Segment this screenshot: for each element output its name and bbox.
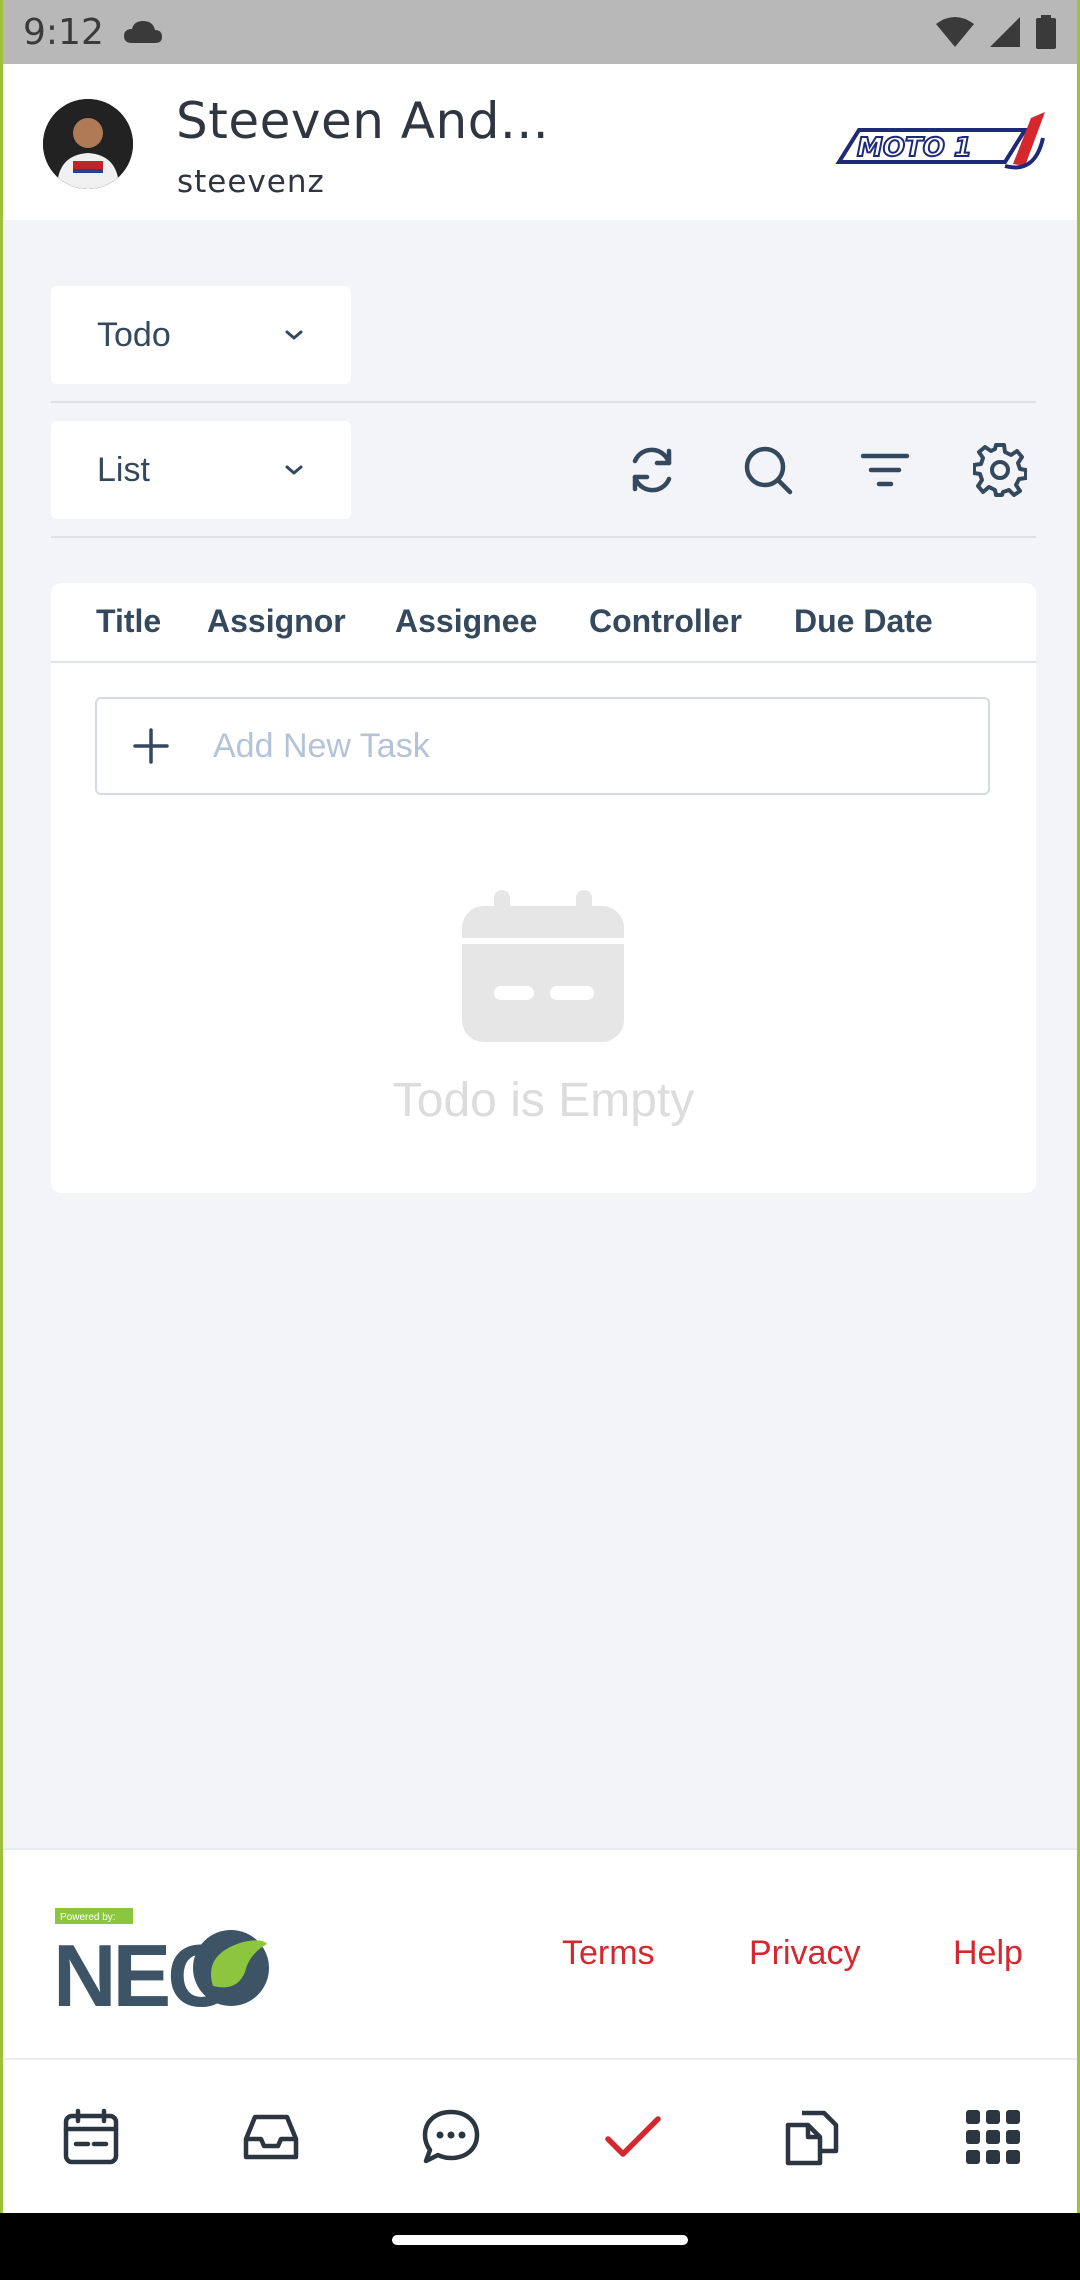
- user-handle: steevenz: [177, 164, 325, 200]
- empty-calendar-icon: [462, 890, 624, 1042]
- terms-link[interactable]: Terms: [562, 1934, 655, 1973]
- footer: Powered by: NEO Terms Privacy Help: [3, 1848, 1077, 2058]
- view-mode-dropdown[interactable]: List: [51, 421, 351, 519]
- view-mode-dropdown-value: List: [97, 450, 150, 489]
- divider: [51, 536, 1036, 538]
- battery-icon: [1036, 15, 1056, 49]
- avatar-image: [43, 99, 133, 189]
- add-task-placeholder: Add New Task: [213, 726, 430, 765]
- cloud-icon: [123, 21, 162, 43]
- calendar-icon[interactable]: [61, 2107, 121, 2167]
- status-bar: 9:12: [3, 0, 1077, 64]
- app-frame: 9:12 Steeven And... steevenz MOTO 1 Todo…: [3, 0, 1077, 2213]
- plus-icon: [133, 728, 169, 764]
- column-header-assignor[interactable]: Assignor: [207, 603, 346, 640]
- category-dropdown[interactable]: Todo: [51, 286, 351, 384]
- home-gesture-handle[interactable]: [392, 2235, 688, 2245]
- status-time: 9:12: [23, 11, 104, 53]
- column-header-assignee[interactable]: Assignee: [395, 603, 537, 640]
- table-header: Title Assignor Assignee Controller Due D…: [51, 583, 1036, 663]
- system-navigation-bar: [0, 2213, 1080, 2280]
- chat-icon[interactable]: [421, 2107, 481, 2167]
- avatar[interactable]: [43, 99, 133, 189]
- column-header-title[interactable]: Title: [96, 603, 161, 640]
- wifi-icon: [936, 17, 974, 47]
- help-link[interactable]: Help: [953, 1934, 1023, 1973]
- category-dropdown-value: Todo: [97, 315, 171, 354]
- filter-icon[interactable]: [858, 443, 912, 497]
- svg-text:Powered by:: Powered by:: [60, 1912, 116, 1923]
- documents-icon[interactable]: [782, 2107, 842, 2167]
- profile-header: Steeven And... steevenz MOTO 1: [3, 64, 1077, 220]
- inbox-icon[interactable]: [241, 2107, 301, 2167]
- apps-grid-icon[interactable]: [963, 2107, 1023, 2167]
- check-icon[interactable]: [603, 2107, 663, 2167]
- bottom-navigation: [3, 2058, 1077, 2213]
- signal-icon: [990, 17, 1020, 47]
- task-table-card: Title Assignor Assignee Controller Due D…: [51, 583, 1036, 1193]
- chevron-down-icon: [285, 465, 303, 475]
- empty-state-message: Todo is Empty: [392, 1074, 695, 1127]
- chevron-down-icon: [285, 330, 303, 340]
- user-display-name: Steeven And...: [176, 92, 550, 150]
- svg-text:MOTO 1: MOTO 1: [857, 133, 972, 163]
- add-new-task-input[interactable]: Add New Task: [95, 697, 990, 795]
- privacy-link[interactable]: Privacy: [749, 1934, 860, 1973]
- divider: [51, 401, 1036, 403]
- search-icon[interactable]: [741, 443, 795, 497]
- refresh-icon[interactable]: [625, 443, 679, 497]
- column-header-due-date[interactable]: Due Date: [794, 603, 933, 640]
- neo-logo: Powered by: NEO: [53, 1908, 269, 2008]
- settings-gear-icon[interactable]: [973, 443, 1027, 497]
- moto1-logo: MOTO 1: [835, 112, 1045, 170]
- column-header-controller[interactable]: Controller: [589, 603, 742, 640]
